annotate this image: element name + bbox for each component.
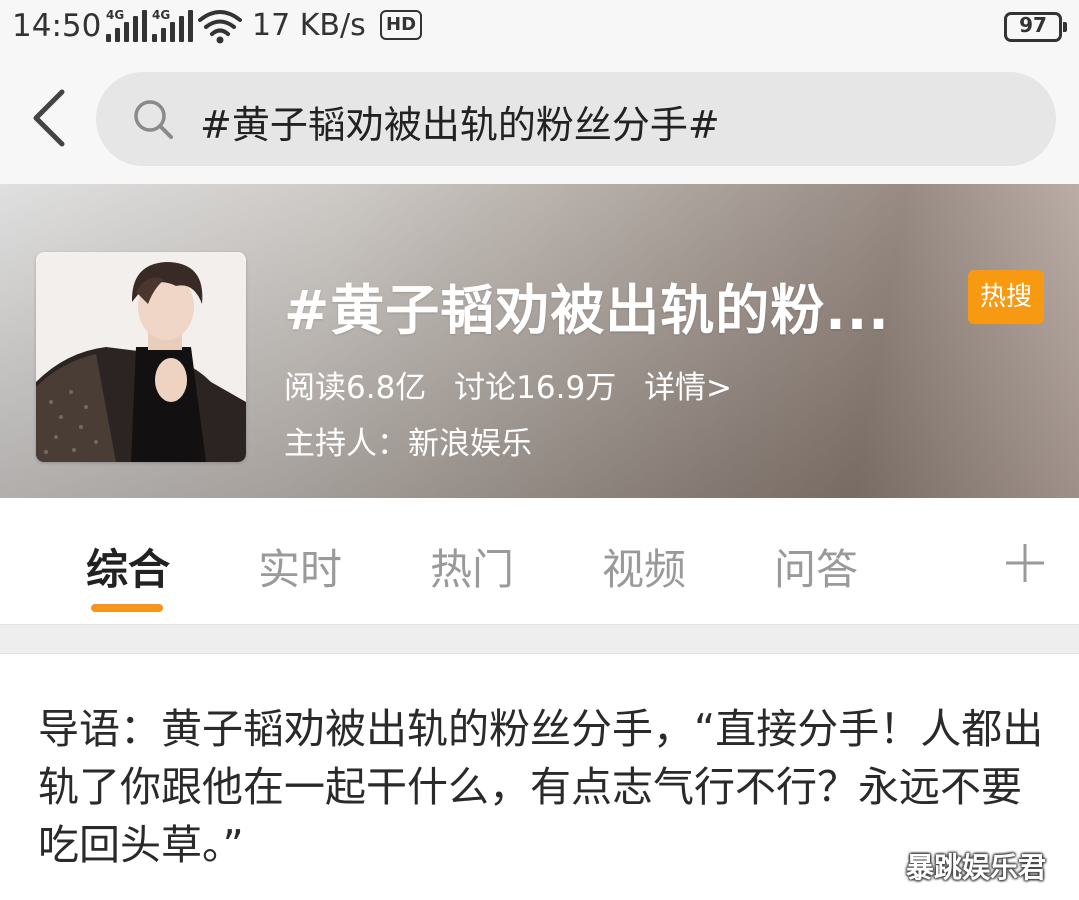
- signal-label: 4G: [152, 8, 171, 22]
- tab-qa[interactable]: 问答: [774, 536, 858, 597]
- status-time: 14:50: [12, 8, 102, 44]
- watermark: 暴跳娱乐君: [906, 851, 1047, 884]
- read-count: 阅读6.8亿: [284, 370, 427, 406]
- discussion-count: 讨论16.9万: [454, 370, 617, 406]
- tab-bar: 综合 实时 热门 视频 问答: [0, 498, 1079, 624]
- tab-realtime[interactable]: 实时: [258, 536, 342, 597]
- search-query: #黄子韬劝被出轨的粉丝分手#: [200, 103, 720, 147]
- section-divider: [0, 624, 1079, 654]
- status-bar: 14:50 4G 4G 17 KB/s HD 97: [0, 0, 1079, 56]
- search-icon: [134, 100, 173, 139]
- details-link[interactable]: 详情>: [644, 370, 732, 406]
- search-input[interactable]: #黄子韬劝被出轨的粉丝分手#: [96, 72, 1056, 166]
- topic-banner: #黄子韬劝被出轨的粉... 热搜 阅读6.8亿 讨论16.9万 详情> 主持人：…: [0, 184, 1079, 498]
- search-header: #黄子韬劝被出轨的粉丝分手#: [0, 56, 1079, 184]
- signal-icon: 4G: [152, 8, 194, 42]
- active-tab-indicator: [91, 604, 163, 612]
- signal-label: 4G: [106, 8, 125, 22]
- topic-intro: 导语：黄子韬劝被出轨的粉丝分手，“直接分手！人都出轨了你跟他在一起干什么，有点志…: [38, 705, 1044, 869]
- plus-icon[interactable]: [1000, 538, 1050, 588]
- topic-avatar[interactable]: [36, 252, 246, 462]
- topic-stats: 阅读6.8亿 讨论16.9万 详情>: [284, 362, 750, 407]
- back-arrow-icon: [33, 89, 65, 147]
- hd-icon: HD: [380, 10, 423, 40]
- battery-icon: 97: [1004, 12, 1067, 42]
- topic-title: #黄子韬劝被出轨的粉...: [284, 279, 890, 342]
- topic-host[interactable]: 主持人：新浪娱乐: [284, 418, 532, 463]
- battery-level: 97: [1019, 13, 1047, 37]
- network-speed: 17 KB/s: [252, 8, 366, 43]
- avatar-image: [36, 252, 246, 462]
- back-button[interactable]: [20, 80, 76, 156]
- hot-search-badge[interactable]: 热搜: [968, 270, 1044, 324]
- wifi-icon: [198, 10, 242, 44]
- signal-icon: 4G: [106, 8, 148, 42]
- tab-hot[interactable]: 热门: [430, 536, 514, 597]
- tab-video[interactable]: 视频: [602, 536, 686, 597]
- tab-comprehensive[interactable]: 综合: [86, 536, 170, 597]
